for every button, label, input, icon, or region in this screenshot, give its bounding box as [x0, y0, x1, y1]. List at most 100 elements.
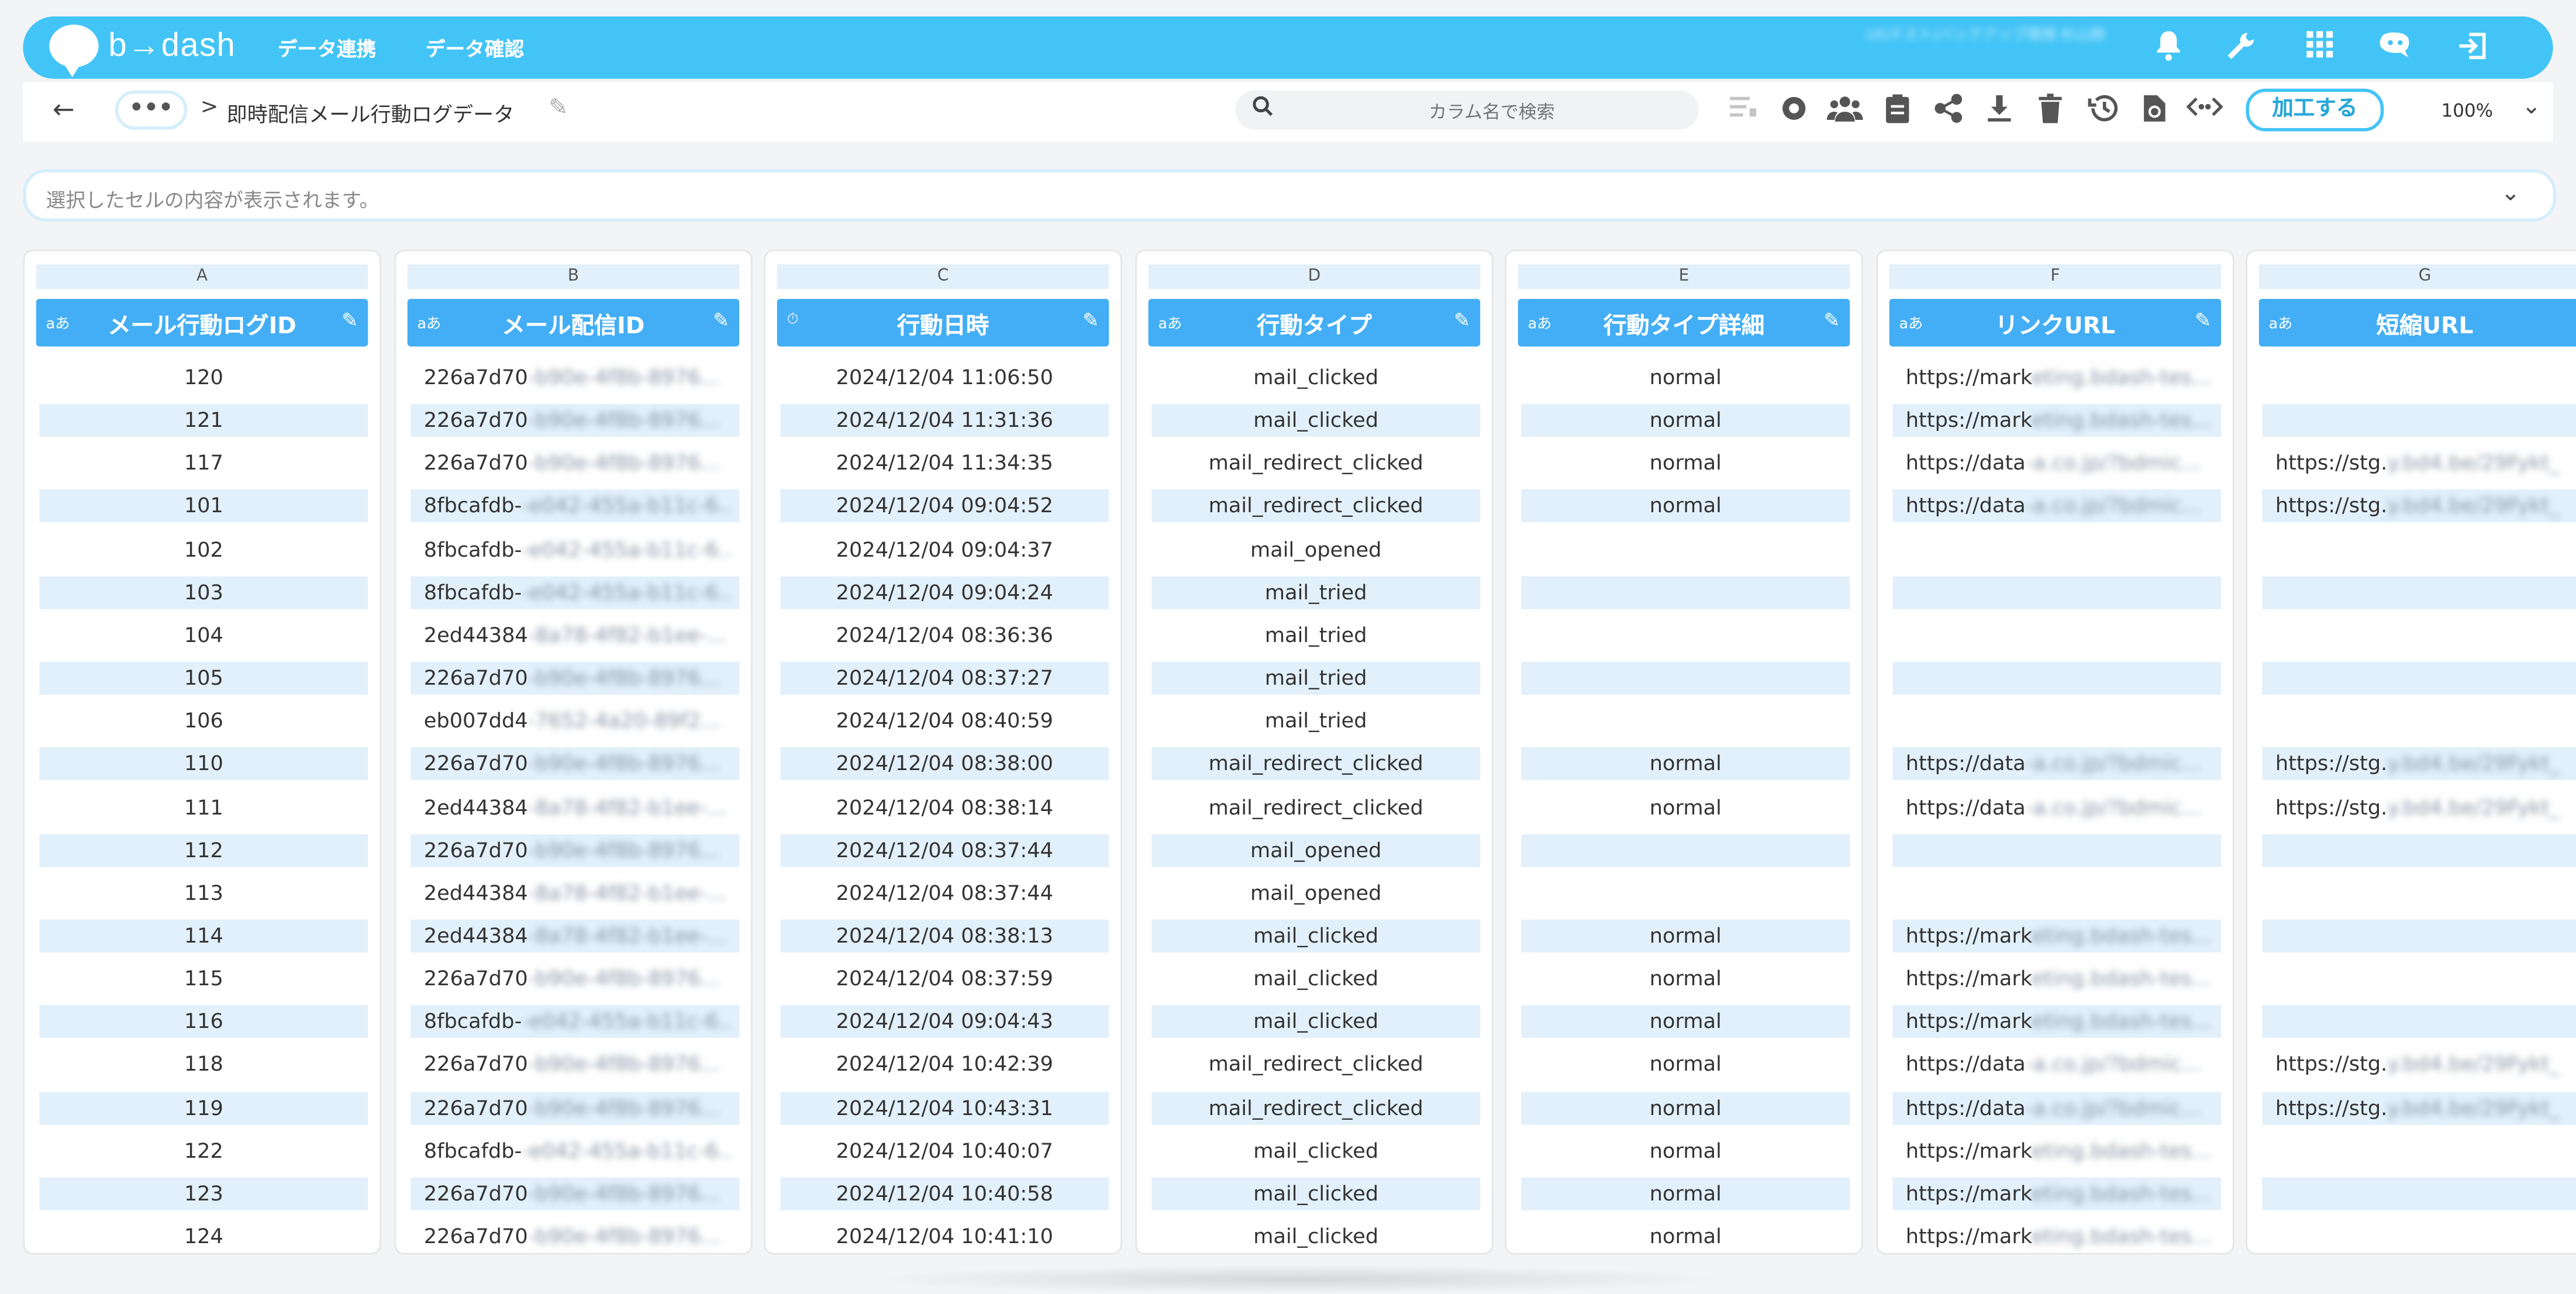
table-cell[interactable]: 106 — [39, 705, 368, 737]
table-cell[interactable]: 112 — [39, 833, 368, 867]
table-cell[interactable]: mail_tried — [1151, 661, 1481, 695]
table-cell[interactable]: 123 — [39, 1177, 368, 1210]
column-letter[interactable]: C — [777, 264, 1109, 289]
code-embed-icon[interactable] — [2186, 94, 2223, 126]
table-cell[interactable]: 2024/12/04 11:06:50 — [780, 361, 1109, 394]
table-cell[interactable]: 226a7d70-b90e-4f8b-8976... — [411, 747, 740, 781]
table-cell[interactable] — [2262, 404, 2576, 437]
table-cell[interactable]: 122 — [39, 1134, 368, 1167]
table-cell[interactable]: 226a7d70-b90e-4f8b-8976... — [411, 833, 740, 867]
table-cell[interactable]: mail_clicked — [1151, 1177, 1481, 1210]
column-header[interactable]: aあ メール配信ID ✎ — [407, 299, 740, 347]
table-cell[interactable]: 8fbcafdb--e042-455a-b11c-6.. — [411, 1005, 740, 1038]
table-cell[interactable]: mail_clicked — [1151, 919, 1481, 953]
table-cell[interactable] — [2262, 962, 2576, 995]
table-cell[interactable]: mail_clicked — [1151, 962, 1480, 995]
column-header[interactable]: aあ 行動タイプ ✎ — [1148, 299, 1481, 347]
table-cell[interactable]: 8fbcafdb--e042-455a-b11c-6.. — [411, 490, 740, 523]
table-cell[interactable]: 226a7d70-b90e-4f8b-8976... — [411, 962, 739, 995]
table-cell[interactable]: 2024/12/04 11:31:36 — [780, 404, 1109, 437]
table-cell[interactable]: normal — [1521, 791, 1850, 823]
table-cell[interactable]: 226a7d70-b90e-4f8b-8976... — [411, 1091, 740, 1124]
cell-content-bar[interactable]: 選択したセルの内容が表示されます。 ⌄ — [23, 169, 2557, 222]
table-cell[interactable] — [2262, 705, 2576, 737]
table-cell[interactable]: 2ed44384-8a78-4f82-b1ee-... — [411, 877, 739, 909]
support-chat-icon[interactable] — [2375, 30, 2415, 66]
table-cell[interactable]: 2024/12/04 08:37:44 — [780, 833, 1109, 867]
table-cell[interactable]: 2024/12/04 09:04:24 — [780, 576, 1109, 609]
clipboard-icon[interactable] — [1880, 94, 1916, 126]
column-header[interactable]: aあ リンクURL ✎ — [1889, 299, 2222, 347]
table-cell[interactable]: 111 — [39, 791, 368, 823]
delete-trash-icon[interactable] — [2032, 94, 2068, 126]
table-cell[interactable] — [1892, 877, 2221, 909]
column-letter[interactable]: G — [2258, 264, 2576, 289]
table-cell[interactable] — [1892, 533, 2221, 566]
table-cell[interactable]: 2024/12/04 10:43:31 — [780, 1091, 1109, 1124]
apps-grid-icon[interactable] — [2300, 30, 2339, 66]
column-header[interactable]: aあ 短縮URL — [2258, 299, 2576, 347]
column-header[interactable]: aあ 行動タイプ詳細 ✎ — [1518, 299, 1850, 347]
table-cell[interactable]: normal — [1521, 490, 1850, 523]
table-cell[interactable]: 2024/12/04 08:40:59 — [780, 705, 1109, 737]
table-cell[interactable]: 119 — [39, 1091, 368, 1124]
more-breadcrumb-button[interactable]: ••• — [115, 90, 188, 130]
table-cell[interactable]: 115 — [39, 962, 368, 995]
table-cell[interactable]: normal — [1521, 361, 1850, 394]
table-cell[interactable] — [2262, 576, 2576, 609]
column-letter[interactable]: A — [36, 264, 368, 289]
table-cell[interactable]: mail_clicked — [1151, 1220, 1480, 1253]
table-cell[interactable]: mail_tried — [1151, 576, 1481, 609]
table-cell[interactable]: 2024/12/04 10:41:10 — [780, 1220, 1109, 1253]
table-cell[interactable]: https://stg.y.bd4.be/29Fykt_ — [2262, 490, 2576, 523]
table-cell[interactable] — [1521, 661, 1850, 695]
table-cell[interactable]: 2024/12/04 10:40:07 — [780, 1134, 1109, 1167]
column-letter[interactable]: D — [1148, 264, 1481, 289]
table-cell[interactable] — [2262, 1134, 2576, 1167]
table-cell[interactable]: 2024/12/04 08:37:59 — [780, 962, 1109, 995]
table-cell[interactable]: normal — [1521, 747, 1850, 781]
table-cell[interactable]: 2024/12/04 09:04:52 — [780, 490, 1109, 523]
expand-chevron-down-icon[interactable]: ⌄ — [2501, 181, 2520, 207]
table-cell[interactable]: 226a7d70-b90e-4f8b-8976... — [411, 404, 740, 437]
table-cell[interactable]: normal — [1521, 1048, 1850, 1081]
table-cell[interactable]: 2024/12/04 08:37:44 — [780, 877, 1109, 909]
table-cell[interactable]: 226a7d70-b90e-4f8b-8976... — [411, 1220, 739, 1253]
table-cell[interactable]: https://data-a.co.jp/?bdmic... — [1892, 791, 2221, 823]
table-cell[interactable]: mail_clicked — [1151, 404, 1481, 437]
table-cell[interactable]: 226a7d70-b90e-4f8b-8976... — [411, 361, 739, 394]
table-cell[interactable]: https://marketing.bdash-tes... — [1892, 962, 2221, 995]
table-cell[interactable]: 8fbcafdb--e042-455a-b11c-6.. — [411, 1134, 739, 1167]
table-cell[interactable]: normal — [1521, 919, 1850, 953]
column-header[interactable]: ⏱ 行動日時 ✎ — [777, 299, 1109, 347]
bell-icon[interactable] — [2149, 30, 2188, 66]
table-cell[interactable] — [2262, 533, 2576, 566]
table-cell[interactable]: 226a7d70-b90e-4f8b-8976... — [411, 1177, 740, 1210]
table-cell[interactable]: https://marketing.bdash-tes... — [1892, 361, 2221, 394]
table-cell[interactable]: 2024/12/04 10:40:58 — [780, 1177, 1109, 1210]
edit-title-icon[interactable]: ✎ — [549, 95, 568, 122]
zoom-chevron-down-icon[interactable]: ⌄ — [2522, 94, 2541, 120]
zoom-level[interactable]: 100% — [2441, 100, 2493, 122]
table-cell[interactable]: mail_redirect_clicked — [1151, 1048, 1480, 1081]
table-cell[interactable]: https://marketing.bdash-tes... — [1892, 1177, 2222, 1210]
table-cell[interactable] — [2262, 877, 2576, 909]
column-letter[interactable]: E — [1518, 264, 1850, 289]
table-cell[interactable]: 121 — [39, 404, 368, 437]
table-cell[interactable]: 102 — [39, 533, 368, 566]
table-cell[interactable]: 2024/12/04 11:34:35 — [780, 447, 1109, 480]
column-letter[interactable]: B — [407, 264, 740, 289]
table-cell[interactable]: 226a7d70-b90e-4f8b-8976... — [411, 447, 739, 480]
table-cell[interactable] — [1892, 619, 2221, 651]
table-cell[interactable]: 2024/12/04 08:36:36 — [780, 619, 1109, 651]
wrench-icon[interactable] — [2221, 30, 2260, 66]
table-cell[interactable]: https://stg.y.bd4.be/29Fykt_ — [2262, 747, 2576, 781]
table-cell[interactable]: normal — [1521, 404, 1850, 437]
table-cell[interactable] — [2262, 361, 2576, 394]
table-cell[interactable]: 110 — [39, 747, 368, 781]
table-cell[interactable]: https://stg.y.bd4.be/29Fykt_ — [2262, 1048, 2576, 1081]
table-cell[interactable]: mail_redirect_clicked — [1151, 747, 1481, 781]
column-header[interactable]: aあ メール行動ログID ✎ — [36, 299, 368, 347]
table-cell[interactable]: 2024/12/04 08:38:14 — [780, 791, 1109, 823]
table-cell[interactable] — [2262, 619, 2576, 651]
